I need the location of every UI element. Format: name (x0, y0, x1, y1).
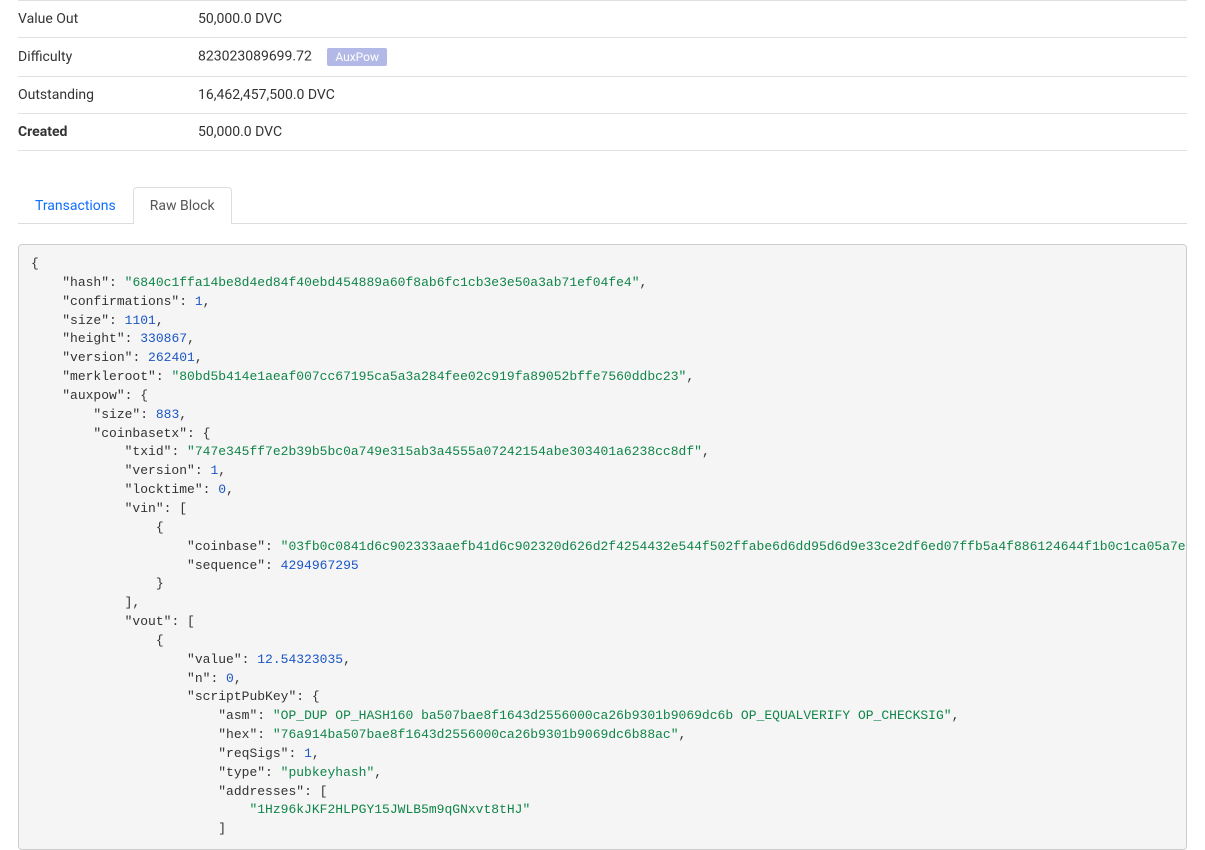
info-label: Value Out (18, 1, 198, 38)
info-value: 50,000.0 DVC (198, 1, 1187, 38)
tab-transactions[interactable]: Transactions (18, 187, 133, 224)
info-value: 823023089699.72 AuxPow (198, 38, 1187, 77)
info-label: Created (18, 114, 198, 151)
difficulty-value: 823023089699.72 (198, 49, 312, 65)
tab-bar: Transactions Raw Block (18, 187, 1187, 224)
raw-block-json[interactable]: { "hash": "6840c1ffa14be8d4ed84f40ebd454… (18, 244, 1187, 850)
info-value: 50,000.0 DVC (198, 114, 1187, 151)
block-info-table: Value Out 50,000.0 DVC Difficulty 823023… (18, 0, 1187, 151)
tab-raw-block[interactable]: Raw Block (133, 187, 232, 224)
info-row-value-out: Value Out 50,000.0 DVC (18, 1, 1187, 38)
info-label: Difficulty (18, 38, 198, 77)
info-label: Outstanding (18, 77, 198, 114)
info-row-difficulty: Difficulty 823023089699.72 AuxPow (18, 38, 1187, 77)
info-row-created: Created 50,000.0 DVC (18, 114, 1187, 151)
info-row-outstanding: Outstanding 16,462,457,500.0 DVC (18, 77, 1187, 114)
info-value: 16,462,457,500.0 DVC (198, 77, 1187, 114)
auxpow-badge: AuxPow (327, 48, 387, 66)
